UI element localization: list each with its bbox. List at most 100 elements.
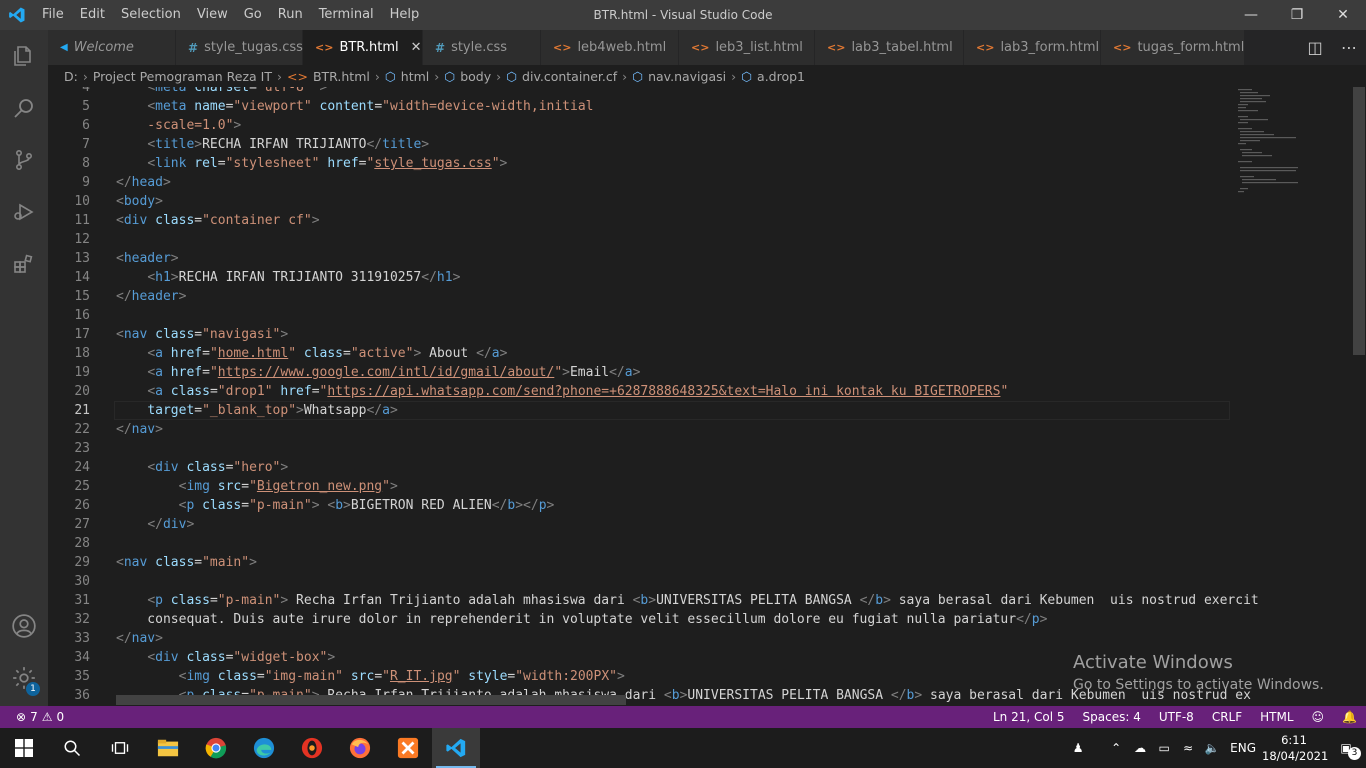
battery-icon[interactable]: ▭ [1152, 741, 1176, 755]
close-icon[interactable]: ✕ [1320, 0, 1366, 30]
code-line[interactable]: 13 <header> [48, 249, 1230, 268]
tab-style-css[interactable]: # style.css [423, 30, 541, 65]
code-line[interactable]: 26 <p class="p-main"> <b>BIGETRON RED AL… [48, 496, 1230, 515]
show-hidden-icons-icon[interactable]: ⌃ [1104, 741, 1128, 755]
code-line[interactable]: 5 <meta name="viewport" content="width=d… [48, 97, 1230, 116]
split-editor-icon[interactable]: ◫ [1298, 38, 1332, 57]
menu-item-run[interactable]: Run [270, 0, 311, 30]
menu-item-terminal[interactable]: Terminal [311, 0, 382, 30]
taskbar-search-icon[interactable] [48, 728, 96, 768]
breadcrumb-item[interactable]: div.container.cf [522, 69, 617, 84]
code-line[interactable]: 27 </div> [48, 515, 1230, 534]
code-line[interactable]: 16 [48, 306, 1230, 325]
code-line[interactable]: 34 <div class="widget-box"> [48, 648, 1230, 667]
code-line[interactable]: 25 <img src="Bigetron_new.png"> [48, 477, 1230, 496]
tab-close-icon[interactable]: ✕ [411, 40, 422, 55]
breadcrumb-item[interactable]: D: [64, 69, 78, 84]
chrome-icon[interactable] [192, 728, 240, 768]
code-line[interactable]: 31 <p class="p-main"> Recha Irfan Trijia… [48, 591, 1258, 610]
code-line[interactable]: 17 <nav class="navigasi"> [48, 325, 1230, 344]
code-line[interactable]: 20 <a class="drop1" href="https://api.wh… [48, 382, 1230, 401]
code-editor[interactable]: 36 <p class="p-main"> Recha Irfan Trijia… [48, 87, 1366, 706]
file-explorer-icon[interactable] [144, 728, 192, 768]
breadcrumb-item[interactable]: nav.navigasi [648, 69, 726, 84]
breadcrumb-item[interactable]: a.drop1 [757, 69, 805, 84]
code-line[interactable]: 30 [48, 572, 1230, 591]
wifi-icon[interactable]: ≈ [1176, 741, 1200, 755]
search-icon[interactable] [0, 82, 48, 134]
problems-indicator[interactable]: ⊗ 7 ⚠ 0 [0, 710, 64, 724]
code-line[interactable]: 18 <a href="home.html" class="active"> A… [48, 344, 1230, 363]
code-line[interactable]: 12 [48, 230, 1230, 249]
code-line[interactable]: 35 <img class="img-main" src="R_IT.jpg" … [48, 667, 1230, 686]
volume-icon[interactable]: 🔈 [1200, 741, 1224, 755]
bell-icon[interactable]: 🔔 [1333, 710, 1366, 724]
breadcrumb-item[interactable]: html [401, 69, 429, 84]
indentation[interactable]: Spaces: 4 [1074, 710, 1150, 724]
maximize-icon[interactable]: ❐ [1274, 0, 1320, 30]
code-line[interactable]: 9 </head> [48, 173, 1230, 192]
cloud-icon[interactable]: ☁ [1128, 741, 1152, 755]
code-line[interactable]: 4 <meta charset="utf-8" > [48, 87, 1230, 97]
encoding[interactable]: UTF-8 [1150, 710, 1203, 724]
firefox-icon[interactable] [336, 728, 384, 768]
tab-btr-html[interactable]: <> BTR.html ✕ [303, 30, 423, 65]
vertical-scrollbar-thumb[interactable] [1353, 87, 1365, 355]
people-icon[interactable]: ♟ [1066, 741, 1090, 755]
tab-welcome[interactable]: ◀ Welcome [48, 30, 176, 65]
code-line[interactable]: 22 </nav> [48, 420, 1230, 439]
xampp-icon[interactable] [384, 728, 432, 768]
breadcrumb-item[interactable]: body [460, 69, 491, 84]
language-mode[interactable]: HTML [1251, 710, 1302, 724]
code-line[interactable]: 23 [48, 439, 1230, 458]
clock[interactable]: 6:11 18/04/2021 [1262, 732, 1328, 764]
vscode-taskbar-icon[interactable] [432, 728, 480, 768]
tab-lab3-form-html[interactable]: <> lab3_form.html [964, 30, 1101, 65]
code-line[interactable]: 8 <link rel="stylesheet" href="style_tug… [48, 154, 1230, 173]
account-icon[interactable] [0, 600, 48, 652]
tab-leb3-list-html[interactable]: <> leb3_list.html [679, 30, 815, 65]
horizontal-scrollbar-thumb[interactable] [116, 695, 626, 705]
tab-style-tugas-css[interactable]: # style_tugas.css [176, 30, 303, 65]
input-language[interactable]: ENG [1224, 741, 1262, 755]
source-control-icon[interactable] [0, 134, 48, 186]
tab-tugas-form-html[interactable]: <> tugas_form.html [1101, 30, 1245, 65]
code-line[interactable]: 19 <a href="https://www.google.com/intl/… [48, 363, 1230, 382]
run-debug-icon[interactable] [0, 186, 48, 238]
code-line[interactable]: 7 <title>RECHA IRFAN TRIJIANTO</title> [48, 135, 1230, 154]
feedback-icon[interactable]: ☺ [1303, 710, 1334, 724]
more-actions-icon[interactable]: ⋯ [1332, 38, 1366, 57]
task-view-icon[interactable] [96, 728, 144, 768]
code-line[interactable]: 29 <nav class="main"> [48, 553, 1230, 572]
tab-lab3-tabel-html[interactable]: <> lab3_tabel.html [815, 30, 964, 65]
menu-item-help[interactable]: Help [382, 0, 428, 30]
minimap[interactable] [1238, 87, 1298, 197]
code-line[interactable]: 14 <h1>RECHA IRFAN TRIJIANTO 311910257</… [48, 268, 1230, 287]
menu-item-go[interactable]: Go [236, 0, 270, 30]
breadcrumb-item[interactable]: BTR.html [313, 69, 370, 84]
code-line[interactable]: 33 </nav> [48, 629, 1230, 648]
notification-center-icon[interactable]: ▣ 3 [1326, 741, 1366, 760]
code-line[interactable]: 15 </header> [48, 287, 1230, 306]
menu-item-file[interactable]: File [34, 0, 72, 30]
code-line[interactable]: 11 <div class="container cf"> [48, 211, 1230, 230]
opera-icon[interactable] [288, 728, 336, 768]
manage-gear-icon[interactable]: 1 [0, 652, 48, 704]
code-line[interactable]: 10 <body> [48, 192, 1230, 211]
extensions-icon[interactable] [0, 238, 48, 290]
edge-icon[interactable] [240, 728, 288, 768]
tab-leb4web-html[interactable]: <> leb4web.html [541, 30, 679, 65]
code-line[interactable]: 24 <div class="hero"> [48, 458, 1230, 477]
code-line[interactable]: 21 target="_blank_top">Whatsapp</a> [48, 401, 1230, 420]
menu-item-view[interactable]: View [189, 0, 236, 30]
minimize-icon[interactable]: — [1228, 0, 1274, 30]
code-line[interactable]: 28 [48, 534, 1230, 553]
cursor-position[interactable]: Ln 21, Col 5 [984, 710, 1074, 724]
menu-item-selection[interactable]: Selection [113, 0, 189, 30]
end-of-line[interactable]: CRLF [1203, 710, 1251, 724]
explorer-icon[interactable] [0, 30, 48, 82]
menu-item-edit[interactable]: Edit [72, 0, 113, 30]
code-line[interactable]: 6 -scale=1.0"> [48, 116, 1230, 135]
breadcrumb-item[interactable]: Project Pemograman Reza IT [93, 69, 272, 84]
windows-start-icon[interactable] [0, 728, 48, 768]
